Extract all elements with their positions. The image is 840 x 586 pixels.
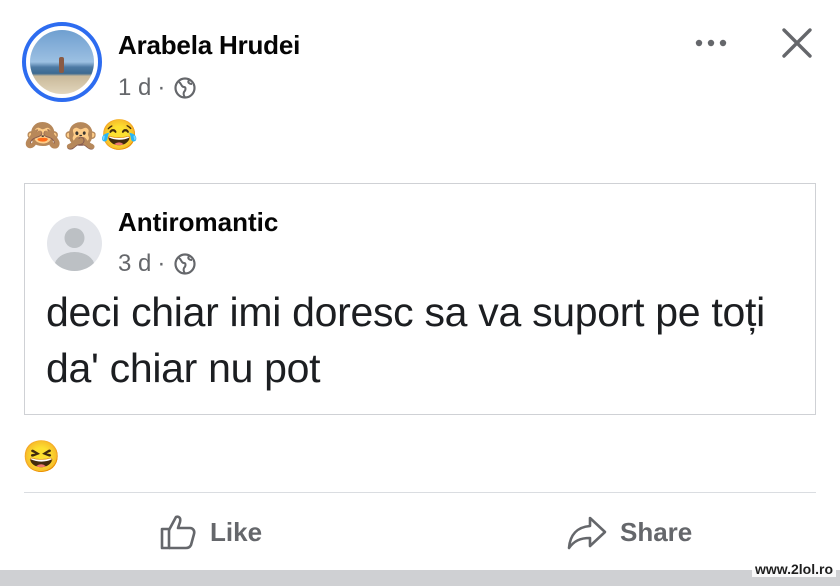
thumbs-up-icon <box>160 515 196 550</box>
reaction-laugh-icon[interactable]: 😆 <box>22 438 61 475</box>
avatar-figure <box>59 57 64 73</box>
meta-separator: · <box>157 250 166 277</box>
shared-author-name[interactable]: Antiromantic <box>118 207 278 238</box>
shared-post-time[interactable]: 3 d <box>118 250 151 278</box>
more-icon[interactable] <box>692 36 730 50</box>
author-avatar[interactable] <box>30 30 94 94</box>
watermark: www.2lol.ro <box>751 561 836 577</box>
meta-separator: · <box>157 74 166 101</box>
post-text-emojis: 🙈🙊😂 <box>24 119 140 152</box>
shared-post-meta: 3 d · <box>118 250 197 278</box>
like-button[interactable]: Like <box>158 506 262 558</box>
close-icon[interactable] <box>780 26 814 60</box>
share-arrow-icon <box>567 516 607 550</box>
globe-icon <box>174 253 196 275</box>
bottom-bar <box>0 570 840 586</box>
shared-author-avatar[interactable] <box>47 216 102 271</box>
post-meta: 1 d · <box>118 74 197 102</box>
divider <box>24 492 816 493</box>
shared-post-text: deci chiar imi doresc sa va suport pe to… <box>46 289 765 391</box>
post-time[interactable]: 1 d <box>118 74 151 102</box>
like-label: Like <box>210 516 263 547</box>
author-name[interactable]: Arabela Hrudei <box>118 30 300 61</box>
default-avatar-icon <box>54 228 95 271</box>
share-label: Share <box>620 516 693 547</box>
share-button[interactable]: Share <box>566 506 692 558</box>
globe-icon <box>174 77 196 99</box>
